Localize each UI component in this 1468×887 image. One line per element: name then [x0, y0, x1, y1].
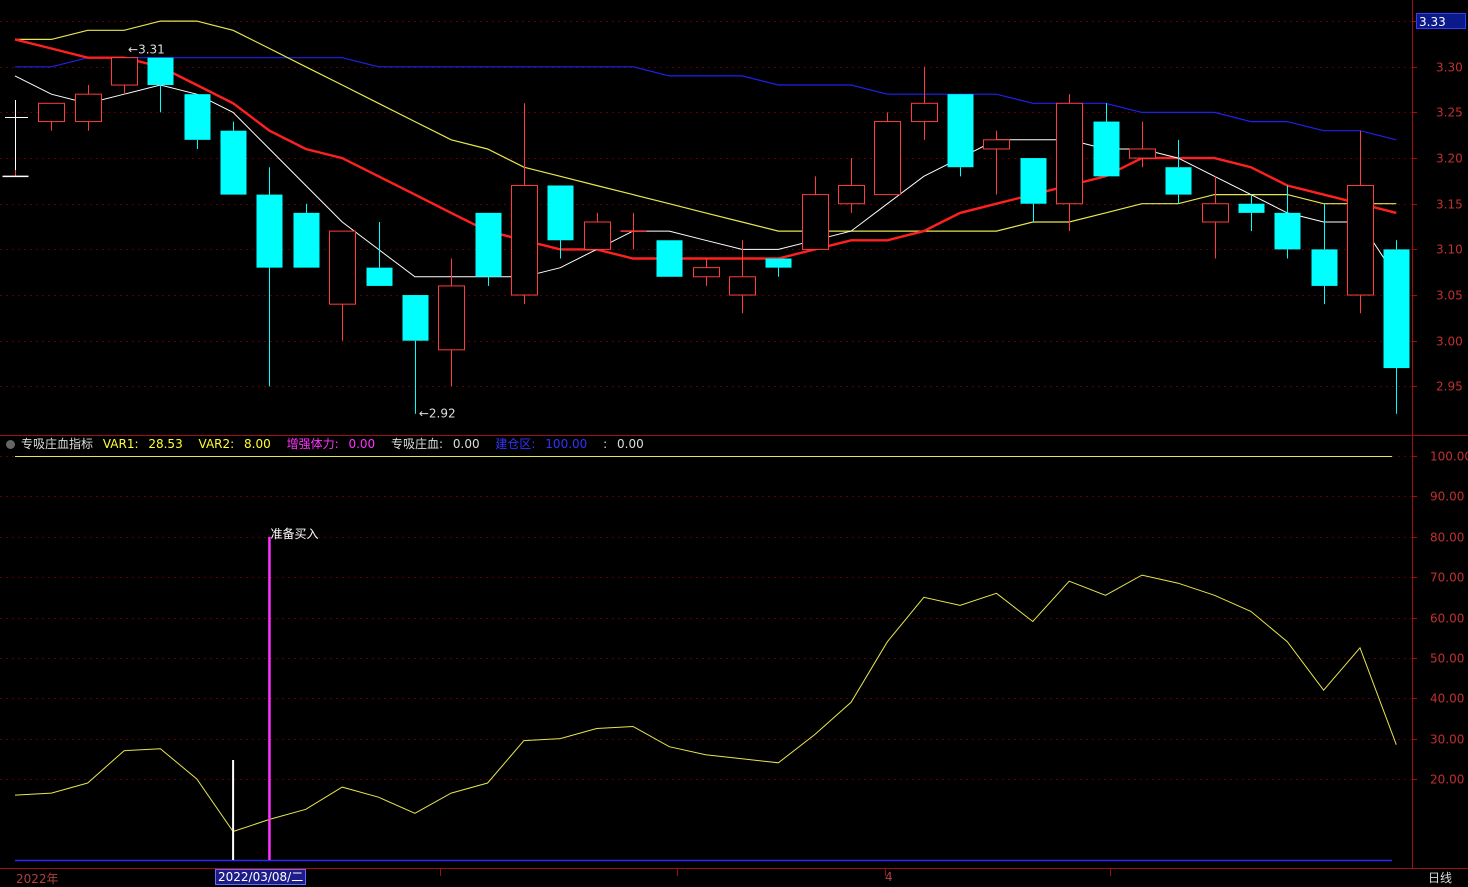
candle-body-up — [438, 285, 465, 351]
candle-body-down — [1238, 203, 1265, 213]
month-label: 4 — [885, 870, 893, 884]
candle — [293, 203, 320, 268]
indicator-y-tick-label: 50.00 — [1430, 652, 1464, 666]
candle-body-down — [402, 295, 429, 341]
candle-body-down — [366, 267, 393, 286]
main-y-tick-label: 3.05 — [1436, 289, 1463, 303]
top-header-strip — [0, 0, 700, 6]
candle-body-down — [765, 258, 792, 268]
candle-body-down — [1165, 167, 1192, 195]
main-y-tick-label: 3.00 — [1436, 335, 1463, 349]
indicator-settings-icon[interactable] — [6, 440, 15, 449]
candle-body-up — [1056, 102, 1083, 205]
candle-body-down — [220, 130, 247, 195]
buy-signal-label: 准备买入 — [270, 527, 318, 541]
indicator-item-extra: : 0.00 — [603, 437, 644, 451]
current-price-tag: 3.33 — [1416, 13, 1466, 29]
candle-body-up — [1129, 148, 1156, 159]
indicator-y-tick-label: 20.00 — [1430, 773, 1464, 787]
candle-body-up — [1202, 203, 1229, 223]
candle-body-up — [729, 276, 756, 296]
main-y-tick-label: 3.20 — [1436, 152, 1463, 166]
period-selector[interactable]: 日线 — [1428, 869, 1452, 886]
candle-body-down — [656, 240, 683, 277]
indicator-name: 专吸庄血指标 — [21, 437, 94, 451]
candle-body-down — [1383, 249, 1410, 369]
indicator-y-tick-label: 90.00 — [1430, 490, 1464, 504]
candle-body-up — [511, 184, 538, 296]
candle-body-down — [147, 57, 174, 86]
indicator-y-tick-label: 60.00 — [1430, 612, 1464, 626]
main-y-tick-label: 3.10 — [1436, 243, 1463, 257]
candle — [220, 121, 247, 195]
candle-body-down — [184, 94, 211, 140]
candle-body-up — [1347, 184, 1374, 296]
candle-body-up — [693, 267, 720, 278]
candle-body-down — [293, 212, 320, 268]
candle — [874, 112, 901, 196]
cursor-date-label: 2022/03/08/二 — [215, 869, 307, 885]
indicator-y-tick-label: 70.00 — [1430, 571, 1464, 585]
indicator-header: 专吸庄血指标 VAR1: 28.53 VAR2: 8.00 增强体力: 0.00… — [6, 436, 656, 452]
indicator-item-var1: VAR1: 28.53 — [102, 437, 183, 451]
main-y-tick-label: 3.30 — [1436, 61, 1463, 75]
candle-body-down — [1093, 121, 1120, 177]
candle-body-up — [75, 93, 102, 123]
candle-body-down — [475, 212, 502, 277]
indicator-y-tick-label: 80.00 — [1430, 531, 1464, 545]
main-y-tick-label: 3.25 — [1436, 106, 1463, 120]
indicator-item-absorb: 专吸庄血: 0.00 — [391, 437, 480, 451]
candle-body-up — [838, 184, 865, 205]
candle — [947, 94, 974, 177]
low-price-annotation: ←2.92 — [419, 407, 456, 421]
candle-body-down — [1311, 249, 1338, 286]
high-price-annotation: ←3.31 — [128, 43, 165, 57]
candle-body-down — [1274, 212, 1301, 250]
candle-body-up — [983, 139, 1010, 150]
candle-body-down — [947, 94, 974, 168]
candle-body-up — [111, 57, 138, 86]
main-y-tick-label: 3.15 — [1436, 198, 1463, 212]
indicator-item-build-zone: 建仓区: 100.00 — [495, 437, 588, 451]
candle-body-down — [547, 185, 574, 241]
indicator-y-tick-label: 40.00 — [1430, 692, 1464, 706]
start-date-label: 2022年 — [16, 872, 59, 886]
indicator-y-tick-label: 100.00 — [1430, 450, 1468, 464]
candle — [475, 212, 502, 286]
candle-body-up — [802, 194, 829, 250]
candle-body-down — [256, 194, 283, 268]
candle-body-up — [911, 102, 938, 123]
candle-body-up — [329, 230, 356, 305]
candle-body-up — [584, 221, 611, 250]
indicator-item-var2: VAR2: 8.00 — [198, 437, 271, 451]
indicator-item-strength: 增强体力: 0.00 — [286, 437, 376, 451]
candle-body-down — [1020, 158, 1047, 204]
candle-body-up — [38, 102, 65, 123]
candle — [656, 240, 683, 277]
candle-body-up — [874, 121, 901, 196]
indicator-y-tick-label: 30.00 — [1430, 733, 1464, 747]
main-y-tick-label: 2.95 — [1436, 380, 1463, 394]
